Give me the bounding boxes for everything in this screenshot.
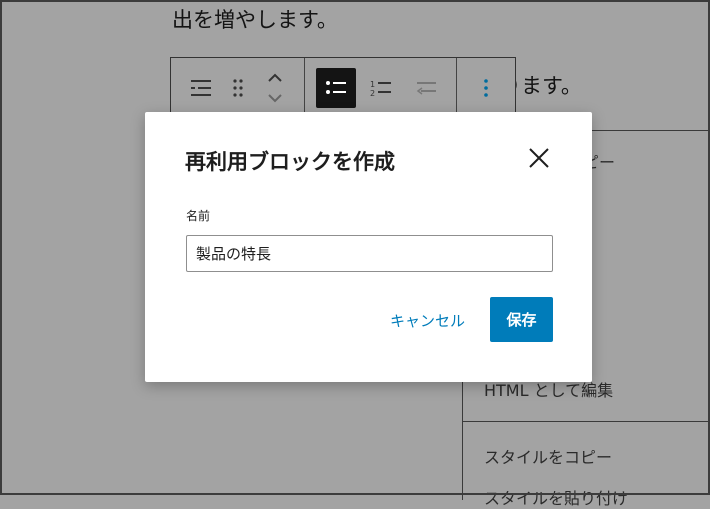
menu-item-copy-style[interactable]: スタイルをコピー: [484, 444, 612, 468]
drag-handle-icon[interactable]: [227, 58, 249, 118]
menu-item-paste-style[interactable]: スタイルを貼り付け: [484, 485, 628, 509]
list-view-icon[interactable]: [185, 58, 217, 118]
block-name-input[interactable]: [186, 235, 553, 272]
modal-title: 再利用ブロックを作成: [185, 150, 395, 174]
move-up-down-icon[interactable]: [263, 58, 287, 118]
svg-text:2: 2: [370, 89, 375, 97]
toolbar-separator: [304, 58, 305, 118]
toolbar-separator: [456, 58, 457, 118]
menu-divider: [463, 421, 710, 422]
close-icon[interactable]: [527, 146, 551, 170]
svg-text:1: 1: [370, 80, 375, 89]
unordered-list-icon[interactable]: [316, 68, 356, 108]
save-button[interactable]: 保存: [490, 297, 553, 342]
cancel-button[interactable]: キャンセル: [390, 308, 465, 332]
outdent-icon[interactable]: [411, 58, 441, 118]
more-options-icon[interactable]: [471, 58, 501, 118]
create-reusable-block-modal: 再利用ブロックを作成 名前 キャンセル 保存: [145, 112, 592, 382]
paragraph-text-line1: 出を増やします。: [172, 8, 338, 32]
block-toolbar: 12: [170, 57, 516, 119]
name-label: 名前: [186, 209, 211, 223]
ordered-list-icon[interactable]: 12: [366, 58, 396, 118]
